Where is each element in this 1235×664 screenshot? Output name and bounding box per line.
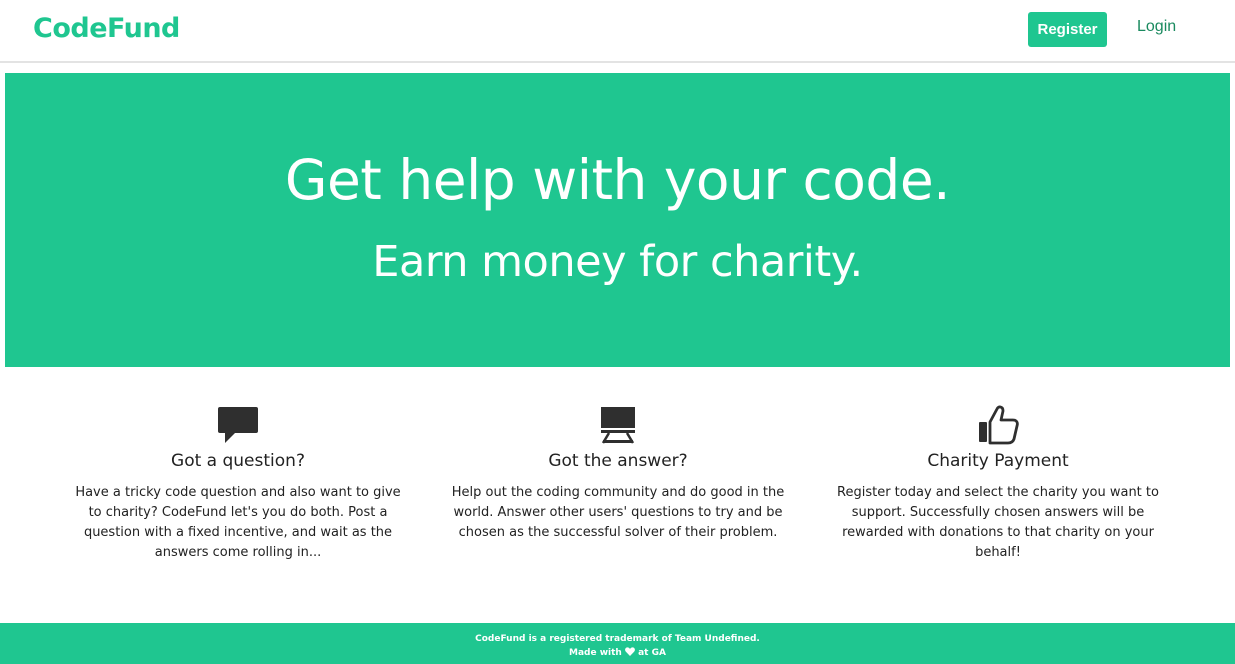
hero-subtitle: Earn money for charity.	[372, 237, 863, 287]
hero-banner: Get help with your code. Earn money for …	[5, 73, 1230, 367]
hero-title: Get help with your code.	[284, 148, 951, 212]
footer-made-with: Made with at GA	[0, 646, 1235, 661]
feature-title: Got the answer?	[548, 451, 688, 471]
feature-description: Register today and select the charity yo…	[837, 485, 1159, 560]
brand-logo[interactable]: CodeFund	[33, 13, 180, 44]
feature-question: Got a question? Have a tricky code quest…	[68, 405, 408, 563]
thumbs-up-icon	[828, 405, 1168, 445]
heart-icon	[625, 647, 635, 661]
feature-answer: Got the answer? Help out the coding comm…	[448, 405, 788, 543]
feature-title: Got a question?	[171, 451, 305, 471]
login-link[interactable]: Login	[1137, 18, 1176, 36]
navbar: CodeFund Register Login	[0, 0, 1235, 63]
speech-bubble-icon	[68, 405, 408, 445]
feature-description: Help out the coding community and do goo…	[451, 485, 785, 540]
feature-title: Charity Payment	[927, 451, 1069, 471]
feature-charity: Charity Payment Register today and selec…	[828, 405, 1168, 563]
footer-at-ga: at GA	[638, 648, 666, 658]
footer-trademark: CodeFund is a registered trademark of Te…	[475, 634, 760, 644]
feature-description: Have a tricky code question and also wan…	[75, 485, 401, 560]
footer: CodeFund is a registered trademark of Te…	[0, 623, 1235, 664]
page: CodeFund Register Login Get help with yo…	[0, 0, 1235, 664]
register-button[interactable]: Register	[1028, 12, 1107, 47]
presentation-board-icon	[448, 405, 788, 445]
footer-made-with-text: Made with	[569, 648, 622, 658]
